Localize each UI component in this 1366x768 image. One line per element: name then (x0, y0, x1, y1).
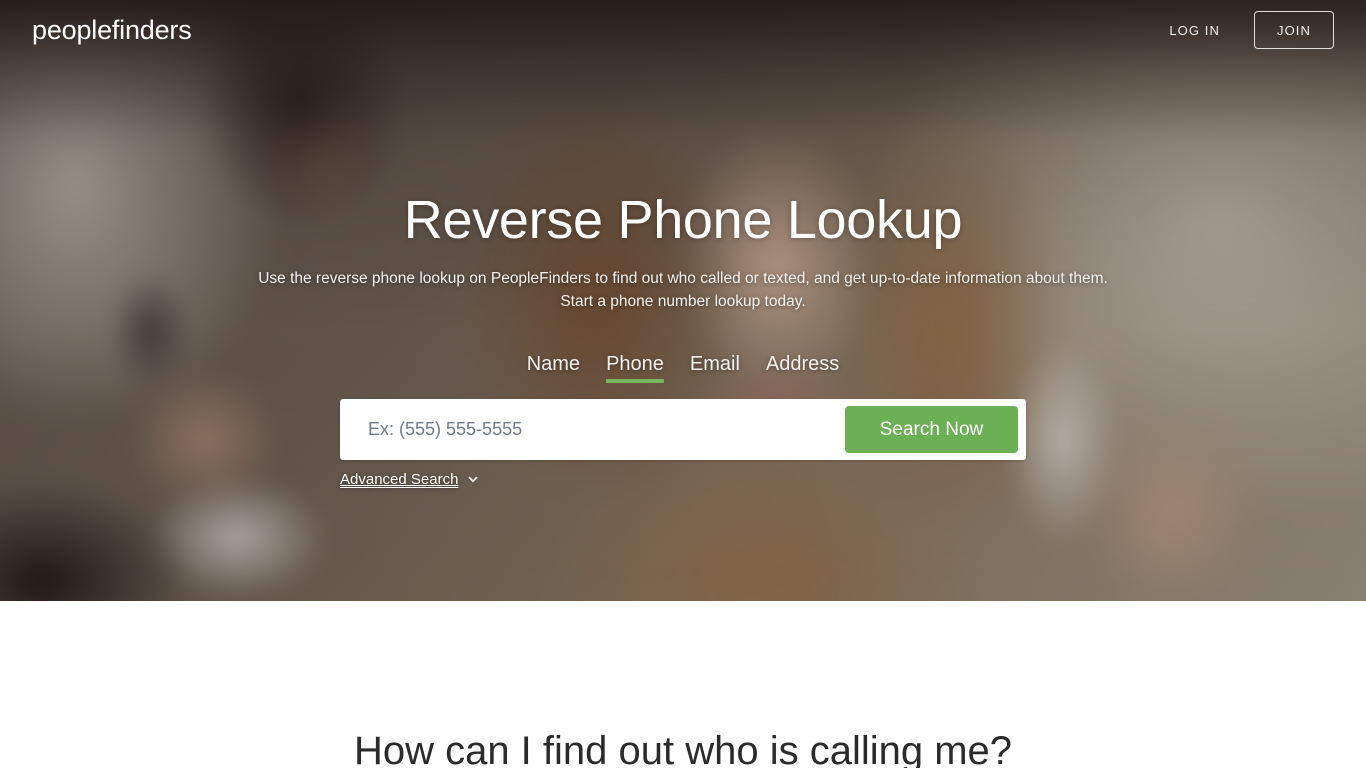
chevron-down-icon (467, 474, 479, 486)
login-link[interactable]: LOG IN (1169, 23, 1220, 38)
content-section: How can I find out who is calling me? (0, 601, 1366, 768)
advanced-search-row: Advanced Search (340, 471, 1026, 488)
header-actions: LOG IN JOIN (1169, 11, 1334, 49)
tab-name[interactable]: Name (527, 354, 580, 383)
search-input[interactable] (340, 399, 845, 461)
page-root: peoplefinders LOG IN JOIN Reverse Phone … (0, 0, 1366, 768)
tab-phone[interactable]: Phone (606, 354, 664, 384)
site-header: peoplefinders LOG IN JOIN (0, 0, 1366, 60)
section-heading: How can I find out who is calling me? (353, 729, 1013, 768)
site-logo[interactable]: peoplefinders (32, 16, 192, 44)
tab-email[interactable]: Email (690, 354, 740, 383)
tab-address[interactable]: Address (766, 354, 839, 383)
search-now-button[interactable]: Search Now (845, 406, 1018, 454)
hero-inner: peoplefinders LOG IN JOIN Reverse Phone … (0, 0, 1366, 601)
hero-content: Reverse Phone Lookup Use the reverse pho… (0, 0, 1366, 488)
hero-subtitle: Use the reverse phone lookup on PeopleFi… (258, 270, 1108, 310)
advanced-search-label: Advanced Search (340, 471, 459, 489)
search-bar: Search Now (340, 399, 1026, 461)
hero-banner: peoplefinders LOG IN JOIN Reverse Phone … (0, 0, 1366, 601)
search-type-tabs: Name Phone Email Address (0, 354, 1366, 384)
join-button[interactable]: JOIN (1254, 11, 1334, 49)
advanced-search-link[interactable]: Advanced Search (340, 471, 479, 488)
page-title: Reverse Phone Lookup (403, 190, 963, 250)
